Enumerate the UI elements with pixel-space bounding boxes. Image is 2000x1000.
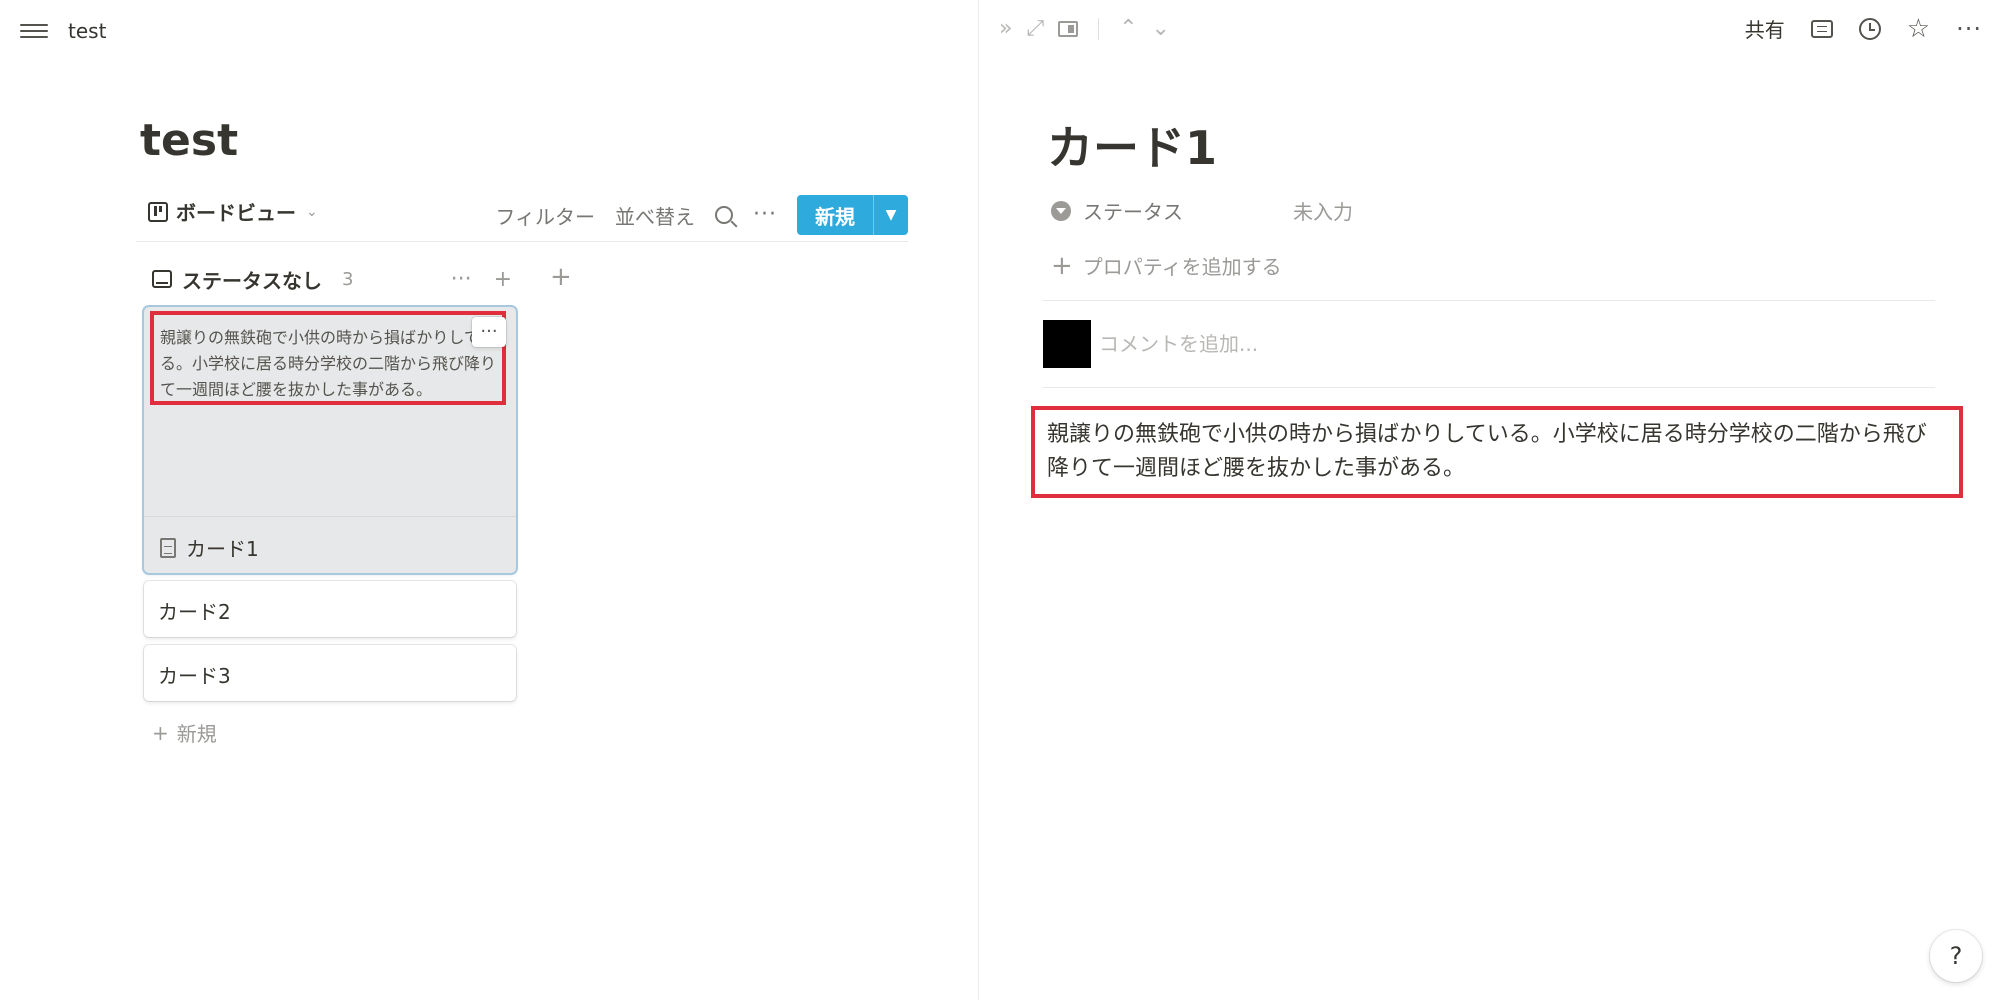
board-view-icon xyxy=(148,201,168,222)
board-card[interactable]: カード2 xyxy=(144,581,516,637)
group-title[interactable]: ステータスなし xyxy=(182,265,322,294)
filter-button[interactable]: フィルター xyxy=(495,201,595,230)
add-property-label: プロパティを追加する xyxy=(1082,255,1282,279)
card-more-icon[interactable]: ··· xyxy=(472,317,506,347)
chevron-down-icon: ⌄ xyxy=(306,203,318,220)
board-pane: test test ボードビュー ⌄ フィルター 並べ替え ··· 新規 ▼ ス… xyxy=(0,0,978,1000)
peek-nav: » ⤢ ⌃ ⌄ xyxy=(999,16,1170,41)
group-count: 3 xyxy=(342,268,354,290)
share-button[interactable]: 共有 xyxy=(1745,14,1785,43)
card-title: カード1 xyxy=(186,537,259,561)
card-cover-preview: 親譲りの無鉄砲で小供の時から損ばかりしている。小学校に居る時分学校の二階から飛び… xyxy=(144,307,516,517)
property-value[interactable]: 未入力 xyxy=(1293,196,1353,225)
plus-icon: + xyxy=(1051,250,1073,281)
comment-divider xyxy=(1043,387,1935,388)
group-actions: ··· + xyxy=(451,264,512,294)
menu-icon[interactable] xyxy=(20,20,48,44)
group-add-icon[interactable]: + xyxy=(494,267,512,292)
card-title: カード3 xyxy=(158,664,231,688)
search-icon[interactable] xyxy=(715,206,734,224)
chevron-down-icon[interactable]: ⌄ xyxy=(1152,16,1170,41)
group-header: ステータスなし 3 ··· + xyxy=(152,264,512,294)
side-peek-icon[interactable] xyxy=(1058,20,1079,37)
peek-pane: » ⤢ ⌃ ⌄ 共有 ☆ ··· カード1 ステータス 未入力 + プロパティを… xyxy=(979,0,2000,1000)
avatar xyxy=(1043,320,1091,368)
card-preview-text: 親譲りの無鉄砲で小供の時から損ばかりしている。小学校に居る時分学校の二階から飛び… xyxy=(150,311,506,405)
new-button-group: 新規 ▼ xyxy=(797,195,908,235)
page-title[interactable]: test xyxy=(140,115,238,166)
breadcrumb[interactable]: test xyxy=(68,19,106,43)
comment-row xyxy=(1043,320,1799,368)
more-options-icon[interactable]: ··· xyxy=(753,204,777,226)
property-name: ステータス xyxy=(1083,200,1183,224)
board-card[interactable]: カード3 xyxy=(144,645,516,701)
comments-icon[interactable] xyxy=(1810,19,1833,38)
view-tab-label: ボードビュー xyxy=(176,201,296,225)
nav-separator xyxy=(1098,17,1100,40)
history-icon[interactable] xyxy=(1858,17,1881,40)
new-dropdown-chevron-icon[interactable]: ▼ xyxy=(874,195,908,235)
card-title: カード2 xyxy=(158,600,231,624)
add-group-icon[interactable]: + xyxy=(550,262,572,292)
page-body-text[interactable]: 親譲りの無鉄砲で小供の時から損ばかりしている。小学校に居る時分学校の二階から飛び… xyxy=(1031,406,1963,498)
card-footer: カード1 xyxy=(160,533,259,562)
sort-button[interactable]: 並べ替え xyxy=(615,201,695,230)
property-row-status[interactable]: ステータス 未入力 xyxy=(1051,196,1353,225)
properties-divider xyxy=(1043,300,1935,301)
document-icon xyxy=(160,537,176,558)
toolbar-actions: フィルター 並べ替え ··· 新規 ▼ xyxy=(495,195,908,235)
comment-input[interactable] xyxy=(1099,332,1799,356)
view-toolbar: ボードビュー ⌄ フィルター 並べ替え ··· 新規 ▼ xyxy=(140,195,908,241)
close-peek-icon[interactable]: » xyxy=(999,16,1012,41)
star-icon[interactable]: ☆ xyxy=(1907,16,1930,42)
inbox-icon xyxy=(152,270,172,288)
peek-page-title[interactable]: カード1 xyxy=(1047,112,1217,178)
group-more-icon[interactable]: ··· xyxy=(451,267,472,292)
new-button[interactable]: 新規 xyxy=(797,195,874,235)
add-card-label: 新規 xyxy=(176,722,217,746)
peek-actions: 共有 ☆ ··· xyxy=(1745,14,1982,43)
add-property-button[interactable]: + プロパティを追加する xyxy=(1051,251,1282,280)
toolbar-divider xyxy=(136,241,908,242)
expand-icon[interactable]: ⤢ xyxy=(1026,16,1044,41)
status-icon xyxy=(1051,200,1071,221)
board-card[interactable]: 親譲りの無鉄砲で小供の時から損ばかりしている。小学校に居る時分学校の二階から飛び… xyxy=(144,307,516,573)
plus-icon: + xyxy=(152,720,169,745)
more-options-icon[interactable]: ··· xyxy=(1956,17,1982,41)
add-card-button[interactable]: + 新規 xyxy=(152,718,217,747)
view-tab-board[interactable]: ボードビュー ⌄ xyxy=(148,197,318,226)
chevron-up-icon[interactable]: ⌃ xyxy=(1119,16,1137,41)
help-button[interactable]: ? xyxy=(1930,930,1982,982)
